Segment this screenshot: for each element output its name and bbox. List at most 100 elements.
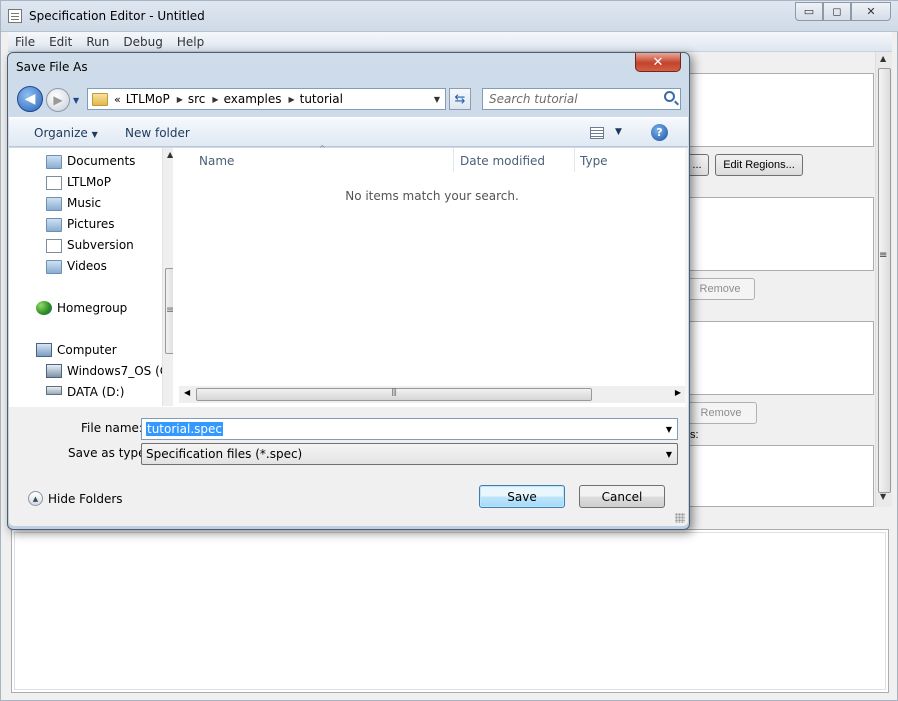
- new-folder-button[interactable]: New folder: [125, 126, 190, 140]
- back-arrow-icon[interactable]: ◀: [17, 86, 43, 112]
- nav-item-homegroup[interactable]: Homegroup: [57, 299, 127, 317]
- pictures-folder-icon: [46, 218, 62, 232]
- partial-label: s:: [690, 429, 699, 441]
- dialog-close-button[interactable]: ✕: [635, 53, 681, 72]
- menu-edit[interactable]: Edit: [42, 35, 79, 49]
- column-header-type[interactable]: Type: [580, 154, 608, 172]
- pane-edge: [685, 148, 688, 407]
- remove-button-2[interactable]: Remove: [685, 402, 757, 424]
- nav-item-music[interactable]: Music: [67, 194, 101, 212]
- breadcrumb-examples[interactable]: examples: [224, 92, 282, 106]
- save-file-dialog: Save File As ✕ ◀ ▶ ▼ « LTLMoP ▶ src ▶ ex…: [7, 52, 690, 530]
- actions-list[interactable]: [685, 321, 874, 395]
- log-output-area[interactable]: [11, 529, 889, 693]
- menu-help[interactable]: Help: [170, 35, 211, 49]
- horizontal-scroll-thumb[interactable]: |||: [196, 387, 592, 401]
- collapse-up-icon[interactable]: ▲: [28, 491, 43, 506]
- menubar: File Edit Run Debug Help: [8, 32, 892, 52]
- organize-button[interactable]: Organize ▼: [34, 126, 98, 140]
- horizontal-scrollbar[interactable]: ◀ ||| ▶: [179, 386, 685, 403]
- cancel-button[interactable]: Cancel: [579, 485, 665, 508]
- address-dropdown-icon[interactable]: ▼: [434, 95, 440, 104]
- folder-icon: [46, 176, 62, 190]
- column-divider[interactable]: [574, 148, 575, 172]
- hide-folders-button[interactable]: Hide Folders: [48, 492, 123, 506]
- chevron-right-icon[interactable]: ▶: [177, 95, 183, 104]
- search-input[interactable]: Search tutorial: [482, 88, 681, 110]
- folder-icon: [46, 239, 62, 253]
- scroll-down-arrow-icon[interactable]: ▼: [880, 492, 886, 501]
- custom-list[interactable]: [685, 445, 874, 507]
- navigation-pane[interactable]: Documents LTLMoP Music Pictures Subversi…: [9, 148, 173, 407]
- main-vertical-scrollbar[interactable]: ▲ ≡ ▼: [875, 52, 892, 507]
- navigation-scrollbar[interactable]: ▲ ≡: [162, 148, 173, 406]
- save-type-value: Specification files (*.spec): [146, 447, 303, 461]
- file-list-pane[interactable]: ^ Name Date modified Type No items match…: [179, 144, 688, 407]
- remove-button-1[interactable]: Remove: [685, 278, 755, 300]
- homegroup-icon: [36, 301, 52, 315]
- nav-item-computer[interactable]: Computer: [57, 341, 117, 359]
- resize-grip-icon[interactable]: [675, 513, 685, 523]
- file-name-input[interactable]: tutorial.spec ▼: [141, 418, 678, 440]
- breadcrumb-overflow[interactable]: «: [114, 93, 121, 106]
- chevron-right-icon[interactable]: ▶: [212, 95, 218, 104]
- edit-regions-button[interactable]: Edit Regions...: [715, 154, 803, 176]
- column-header-date-modified[interactable]: Date modified: [460, 154, 545, 172]
- menu-debug[interactable]: Debug: [116, 35, 169, 49]
- breadcrumb-src[interactable]: src: [188, 92, 206, 106]
- save-type-label: Save as type:: [68, 446, 150, 460]
- save-options-area: File name: tutorial.spec ▼ Save as type:…: [9, 407, 688, 526]
- save-type-select[interactable]: Specification files (*.spec) ▼: [141, 443, 678, 465]
- scroll-grip-icon: |||: [391, 387, 397, 396]
- breadcrumb-tutorial[interactable]: tutorial: [300, 92, 343, 106]
- view-options-icon[interactable]: [590, 127, 604, 139]
- scroll-up-arrow-icon[interactable]: ▲: [167, 150, 173, 159]
- documents-folder-icon: [46, 155, 62, 169]
- nav-item-ltlmop[interactable]: LTLMoP: [67, 173, 111, 191]
- os-drive-icon: [46, 364, 62, 378]
- breadcrumb-ltlmop[interactable]: LTLMoP: [126, 92, 170, 106]
- view-dropdown-icon[interactable]: ▼: [615, 127, 622, 137]
- save-button[interactable]: Save: [479, 485, 565, 508]
- search-icon[interactable]: [664, 91, 675, 102]
- minimize-button[interactable]: ▭: [795, 2, 823, 21]
- menu-run[interactable]: Run: [79, 35, 116, 49]
- scroll-left-arrow-icon[interactable]: ◀: [184, 388, 190, 397]
- column-header-name[interactable]: Name: [199, 154, 234, 172]
- scroll-grip-icon: ≡: [879, 250, 888, 261]
- column-divider[interactable]: [453, 148, 454, 172]
- sensors-list[interactable]: [685, 197, 874, 271]
- nav-item-data-drive[interactable]: DATA (D:): [67, 383, 124, 401]
- nav-item-videos[interactable]: Videos: [67, 257, 107, 275]
- main-close-button[interactable]: ✕: [851, 2, 891, 21]
- file-name-dropdown-icon[interactable]: ▼: [666, 425, 672, 434]
- dialog-title: Save File As: [16, 60, 88, 74]
- forward-arrow-icon[interactable]: ▶: [46, 88, 70, 112]
- empty-folder-message: No items match your search.: [345, 189, 519, 203]
- music-folder-icon: [46, 197, 62, 211]
- history-dropdown-icon[interactable]: ▼: [73, 96, 79, 105]
- regions-list[interactable]: [685, 73, 874, 147]
- scroll-right-arrow-icon[interactable]: ▶: [675, 388, 681, 397]
- nav-item-pictures[interactable]: Pictures: [67, 215, 115, 233]
- main-window-title: Specification Editor - Untitled: [29, 9, 205, 23]
- scroll-up-arrow-icon[interactable]: ▲: [880, 54, 886, 63]
- help-icon[interactable]: ?: [651, 124, 668, 141]
- nav-item-windows7-os[interactable]: Windows7_OS (C: [67, 362, 168, 380]
- refresh-button[interactable]: ⇆: [449, 88, 471, 110]
- computer-icon: [36, 343, 52, 357]
- nav-item-documents[interactable]: Documents: [67, 152, 135, 170]
- address-bar[interactable]: « LTLMoP ▶ src ▶ examples ▶ tutorial ▼: [87, 88, 446, 110]
- command-bar: Organize ▼ New folder ▼ ?: [9, 117, 688, 147]
- scroll-thumb[interactable]: [878, 68, 891, 493]
- save-type-dropdown-icon[interactable]: ▼: [666, 450, 672, 459]
- organize-label: Organize: [34, 126, 88, 140]
- browser-content: Documents LTLMoP Music Pictures Subversi…: [9, 144, 688, 407]
- chevron-right-icon[interactable]: ▶: [288, 95, 294, 104]
- scroll-grip-icon: ≡: [166, 305, 173, 316]
- nav-item-subversion[interactable]: Subversion: [67, 236, 134, 254]
- file-name-value[interactable]: tutorial.spec: [146, 422, 223, 436]
- organize-dropdown-icon: ▼: [91, 130, 98, 139]
- menu-file[interactable]: File: [8, 35, 42, 49]
- maximize-button[interactable]: ◻: [823, 2, 851, 21]
